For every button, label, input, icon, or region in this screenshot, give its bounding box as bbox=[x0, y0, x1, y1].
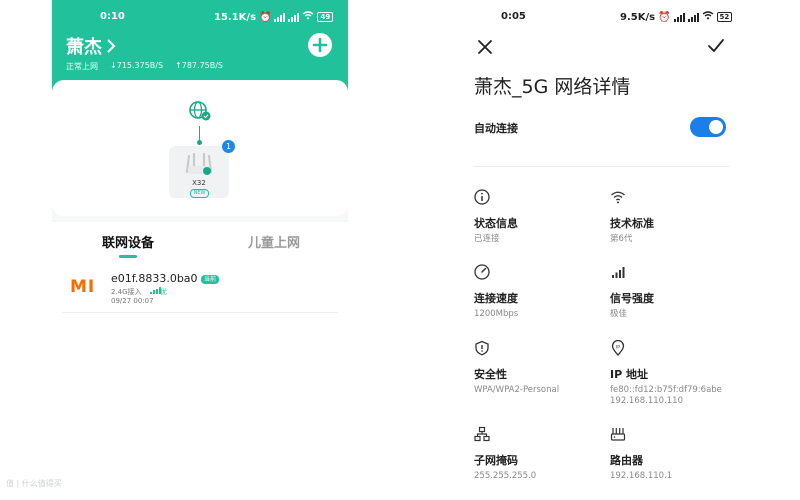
detail-value: 极佳 bbox=[610, 309, 628, 319]
alarm-icon: ⏰ bbox=[658, 11, 671, 23]
detail-label: 技术标准 bbox=[610, 217, 654, 230]
detail-label: 信号强度 bbox=[610, 292, 654, 305]
router-name: 萧杰 bbox=[66, 37, 102, 58]
tab-indicator bbox=[119, 255, 137, 258]
detail-label: 子网掩码 bbox=[474, 454, 518, 467]
connection-band: 2.4G接入 bbox=[111, 288, 142, 296]
detail-security: 安全性 WPA/WPA2-Personal bbox=[474, 340, 559, 396]
topology-card: X32 NEW 1 bbox=[52, 80, 348, 216]
confirm-check-icon[interactable] bbox=[707, 38, 725, 54]
detail-label: IP 地址 bbox=[610, 368, 648, 381]
detail-value: 1200Mbps bbox=[474, 309, 519, 319]
wifi-details-screen: 0:05 9.5K/s ⏰ 52 萧杰_5G 网络详情 自动连接 状态信息 已连… bbox=[452, 0, 752, 500]
status-time: 0:10 bbox=[100, 11, 125, 22]
detail-label: 连接速度 bbox=[474, 292, 518, 305]
network-speed: 15.1K/s bbox=[214, 11, 257, 23]
chevron-right-icon bbox=[107, 39, 116, 53]
shield-icon bbox=[475, 340, 489, 356]
signal-icon bbox=[673, 12, 685, 22]
router-device-tile[interactable]: X32 NEW 1 bbox=[169, 140, 235, 198]
signal-icon bbox=[274, 12, 286, 22]
auto-connect-toggle[interactable] bbox=[690, 117, 726, 137]
current-device-badge: 当前 bbox=[201, 275, 220, 284]
detail-value: WPA/WPA2-Personal bbox=[474, 385, 560, 395]
detail-label: 状态信息 bbox=[474, 217, 518, 230]
list-item[interactable]: MI e01f.8833.0ba0 当前 2.4G接入 优 09/27 00:0… bbox=[62, 268, 338, 313]
connection-dot bbox=[197, 140, 202, 145]
download-speed: ↓715.375B/S bbox=[110, 61, 164, 70]
detail-value-ipv4: 192.168.110.110 bbox=[610, 396, 684, 406]
device-list: MI e01f.8833.0ba0 当前 2.4G接入 优 09/27 00:0… bbox=[52, 262, 348, 500]
add-device-button[interactable] bbox=[308, 33, 332, 57]
signal-icon-2 bbox=[288, 12, 300, 22]
toggle-knob bbox=[709, 120, 723, 134]
wifi-icon bbox=[611, 191, 625, 204]
detail-status: 状态信息 已连接 bbox=[474, 189, 518, 245]
detail-value: 第6代 bbox=[610, 234, 633, 244]
detail-ip: IP IP 地址 fe80::fd12:b75f:df79:6abe 192.1… bbox=[610, 339, 722, 407]
network-speed: 9.5K/s bbox=[620, 11, 656, 23]
divider bbox=[474, 166, 730, 167]
status-bar-icons: 15.1K/s ⏰ 49 bbox=[214, 11, 334, 23]
tab-label: 儿童上网 bbox=[248, 236, 301, 251]
info-icon bbox=[474, 189, 490, 205]
detail-standard: 技术标准 第6代 bbox=[610, 189, 654, 245]
router-app-screen: 0:10 15.1K/s ⏰ 49 萧杰 正常上网 ↓715.375B/S ↑7… bbox=[52, 0, 348, 500]
status-time: 0:05 bbox=[501, 11, 526, 22]
router-title-link[interactable]: 萧杰 bbox=[66, 33, 116, 59]
router-model: X32 bbox=[192, 179, 206, 187]
signal-bars-icon bbox=[612, 267, 625, 278]
network-stats: 正常上网 ↓715.375B/S ↑787.75B/S bbox=[66, 61, 223, 72]
online-status: 正常上网 bbox=[66, 62, 98, 71]
page-title: 萧杰_5G 网络详情 bbox=[474, 76, 631, 98]
ip-icon: IP bbox=[611, 339, 625, 356]
speedometer-icon bbox=[474, 264, 490, 280]
signal-icon-2 bbox=[687, 12, 699, 22]
router-icon bbox=[610, 428, 626, 441]
detail-speed: 连接速度 1200Mbps bbox=[474, 264, 518, 320]
auto-connect-label: 自动连接 bbox=[474, 122, 518, 135]
status-bar-icons: 9.5K/s ⏰ 52 bbox=[620, 11, 733, 23]
xiaomi-logo: MI bbox=[70, 277, 96, 297]
watermark: 值 | 什么值得买 bbox=[6, 479, 62, 488]
detail-label: 路由器 bbox=[610, 454, 643, 467]
tab-kids-internet[interactable]: 儿童上网 bbox=[248, 232, 300, 251]
router-icon bbox=[185, 152, 213, 175]
device-count-badge: 1 bbox=[222, 140, 235, 153]
detail-label: 安全性 bbox=[474, 368, 507, 381]
signal-quality: 优 bbox=[160, 288, 167, 296]
alarm-icon: ⏰ bbox=[259, 11, 272, 23]
svg-text:IP: IP bbox=[616, 344, 620, 350]
detail-value: 255.255.255.0 bbox=[474, 471, 537, 481]
upload-speed: ↑787.75B/S bbox=[175, 61, 224, 70]
battery-icon: 52 bbox=[716, 12, 733, 22]
plus-icon bbox=[312, 37, 328, 53]
tab-connected-devices[interactable]: 联网设备 bbox=[102, 232, 154, 258]
detail-value: 已连接 bbox=[474, 234, 500, 244]
subnet-icon bbox=[474, 426, 490, 442]
detail-value: 192.168.110.1 bbox=[610, 471, 673, 481]
tab-label: 联网设备 bbox=[102, 236, 155, 251]
device-name: e01f.8833.0ba0 bbox=[111, 272, 198, 285]
connect-time: 09/27 00:07 bbox=[111, 297, 154, 305]
detail-value: fe80::fd12:b75f:df79:6abe bbox=[610, 385, 722, 395]
internet-globe-icon bbox=[189, 101, 211, 121]
close-icon[interactable] bbox=[477, 39, 493, 55]
tab-bar: 联网设备 儿童上网 bbox=[52, 222, 348, 262]
detail-router: 路由器 192.168.110.1 bbox=[610, 426, 672, 482]
wifi-status-icon bbox=[702, 11, 714, 23]
battery-icon: 49 bbox=[317, 12, 334, 22]
detail-signal: 信号强度 极佳 bbox=[610, 264, 654, 320]
detail-subnet: 子网掩码 255.255.255.0 bbox=[474, 426, 536, 482]
wifi-status-icon bbox=[302, 11, 314, 23]
new-tag: NEW bbox=[190, 189, 209, 198]
